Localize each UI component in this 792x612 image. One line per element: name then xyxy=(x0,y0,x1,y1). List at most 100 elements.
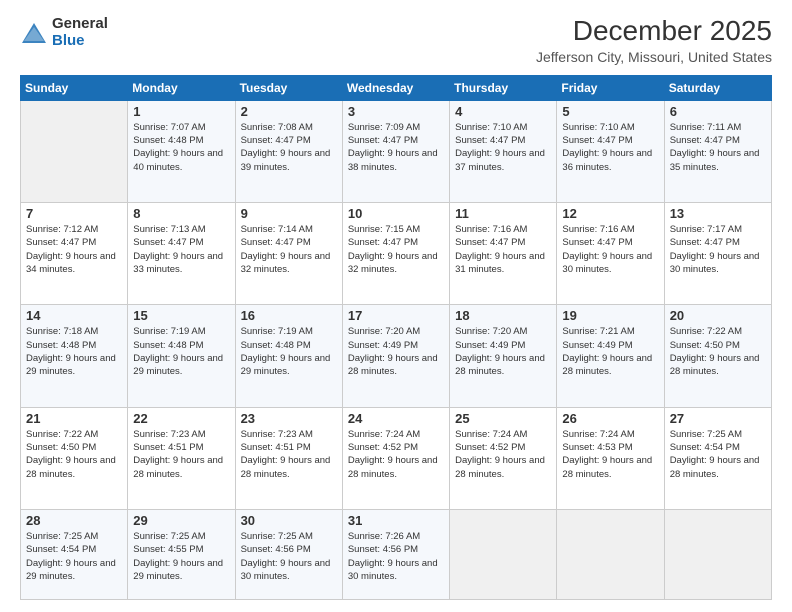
day-info: Sunrise: 7:24 AMSunset: 4:53 PMDaylight:… xyxy=(562,428,658,481)
day-number: 11 xyxy=(455,206,551,221)
day-number: 2 xyxy=(241,104,337,119)
calendar-week-row: 1Sunrise: 7:07 AMSunset: 4:48 PMDaylight… xyxy=(21,100,772,202)
day-number: 3 xyxy=(348,104,444,119)
calendar-cell: 2 Sunrise: 7:08 AMSunset: 4:47 PMDaylight… xyxy=(235,100,342,202)
day-number: 26 xyxy=(562,411,658,426)
day-number: 20 xyxy=(670,308,766,323)
day-info: Sunrise: 7:20 AMSunset: 4:49 PMDaylight:… xyxy=(455,325,551,378)
day-number: 1 xyxy=(133,104,229,119)
day-number: 4 xyxy=(455,104,551,119)
day-info: Sunrise: 7:17 AMSunset: 4:47 PMDaylight:… xyxy=(670,223,766,276)
day-info: Sunrise: 7:15 AMSunset: 4:47 PMDaylight:… xyxy=(348,223,444,276)
day-number: 23 xyxy=(241,411,337,426)
day-info: Sunrise: 7:08 AMSunset: 4:47 PMDaylight:… xyxy=(241,121,337,174)
calendar-cell xyxy=(664,510,771,600)
day-number: 10 xyxy=(348,206,444,221)
day-number: 29 xyxy=(133,513,229,528)
calendar-cell: 16Sunrise: 7:19 AMSunset: 4:48 PMDayligh… xyxy=(235,305,342,407)
calendar-cell: 5 Sunrise: 7:10 AMSunset: 4:47 PMDaylight… xyxy=(557,100,664,202)
calendar-cell xyxy=(21,100,128,202)
calendar-cell: 29Sunrise: 7:25 AMSunset: 4:55 PMDayligh… xyxy=(128,510,235,600)
calendar-cell xyxy=(450,510,557,600)
calendar-cell: 22Sunrise: 7:23 AMSunset: 4:51 PMDayligh… xyxy=(128,407,235,509)
day-of-week-header: Monday xyxy=(128,75,235,100)
day-number: 27 xyxy=(670,411,766,426)
calendar-cell: 3 Sunrise: 7:09 AMSunset: 4:47 PMDaylight… xyxy=(342,100,449,202)
calendar-cell: 21Sunrise: 7:22 AMSunset: 4:50 PMDayligh… xyxy=(21,407,128,509)
calendar-cell: 25 Sunrise: 7:24 AMSunset: 4:52 PMDayligh… xyxy=(450,407,557,509)
calendar-cell: 13Sunrise: 7:17 AMSunset: 4:47 PMDayligh… xyxy=(664,203,771,305)
day-number: 18 xyxy=(455,308,551,323)
day-info: Sunrise: 7:24 AMSunset: 4:52 PMDaylight:… xyxy=(348,428,444,481)
day-info: Sunrise: 7:19 AMSunset: 4:48 PMDaylight:… xyxy=(241,325,337,378)
calendar-cell: 31 Sunrise: 7:26 AMSunset: 4:56 PMDayligh… xyxy=(342,510,449,600)
month-title: December 2025 xyxy=(536,16,772,47)
day-number: 19 xyxy=(562,308,658,323)
calendar-week-row: 14Sunrise: 7:18 AMSunset: 4:48 PMDayligh… xyxy=(21,305,772,407)
day-number: 30 xyxy=(241,513,337,528)
day-number: 7 xyxy=(26,206,122,221)
calendar-cell: 14Sunrise: 7:18 AMSunset: 4:48 PMDayligh… xyxy=(21,305,128,407)
day-number: 12 xyxy=(562,206,658,221)
day-number: 25 xyxy=(455,411,551,426)
location: Jefferson City, Missouri, United States xyxy=(536,49,772,65)
calendar-cell: 6Sunrise: 7:11 AMSunset: 4:47 PMDaylight… xyxy=(664,100,771,202)
calendar-cell: 11Sunrise: 7:16 AMSunset: 4:47 PMDayligh… xyxy=(450,203,557,305)
day-info: Sunrise: 7:10 AMSunset: 4:47 PMDaylight:… xyxy=(455,121,551,174)
calendar-cell: 20 Sunrise: 7:22 AMSunset: 4:50 PMDayligh… xyxy=(664,305,771,407)
calendar-cell: 10 Sunrise: 7:15 AMSunset: 4:47 PMDayligh… xyxy=(342,203,449,305)
day-number: 22 xyxy=(133,411,229,426)
day-info: Sunrise: 7:23 AMSunset: 4:51 PMDaylight:… xyxy=(241,428,337,481)
calendar-cell: 28 Sunrise: 7:25 AMSunset: 4:54 PMDayligh… xyxy=(21,510,128,600)
calendar-table: SundayMondayTuesdayWednesdayThursdayFrid… xyxy=(20,75,772,600)
day-info: Sunrise: 7:20 AMSunset: 4:49 PMDaylight:… xyxy=(348,325,444,378)
day-of-week-header: Friday xyxy=(557,75,664,100)
calendar-cell: 18 Sunrise: 7:20 AMSunset: 4:49 PMDayligh… xyxy=(450,305,557,407)
day-of-week-header: Saturday xyxy=(664,75,771,100)
calendar-cell: 9Sunrise: 7:14 AMSunset: 4:47 PMDaylight… xyxy=(235,203,342,305)
day-of-week-header: Sunday xyxy=(21,75,128,100)
logo: General Blue xyxy=(20,16,108,49)
day-of-week-header: Tuesday xyxy=(235,75,342,100)
day-number: 5 xyxy=(562,104,658,119)
calendar-cell: 17Sunrise: 7:20 AMSunset: 4:49 PMDayligh… xyxy=(342,305,449,407)
calendar-cell: 8Sunrise: 7:13 AMSunset: 4:47 PMDaylight… xyxy=(128,203,235,305)
calendar-week-row: 28 Sunrise: 7:25 AMSunset: 4:54 PMDayligh… xyxy=(21,510,772,600)
calendar-week-row: 7 Sunrise: 7:12 AMSunset: 4:47 PMDaylight… xyxy=(21,203,772,305)
day-number: 8 xyxy=(133,206,229,221)
logo-general: General xyxy=(52,15,108,32)
calendar-cell: 23 Sunrise: 7:23 AMSunset: 4:51 PMDayligh… xyxy=(235,407,342,509)
day-info: Sunrise: 7:22 AMSunset: 4:50 PMDaylight:… xyxy=(26,428,122,481)
day-info: Sunrise: 7:12 AMSunset: 4:47 PMDaylight:… xyxy=(26,223,122,276)
day-number: 24 xyxy=(348,411,444,426)
calendar-header-row: SundayMondayTuesdayWednesdayThursdayFrid… xyxy=(21,75,772,100)
day-info: Sunrise: 7:22 AMSunset: 4:50 PMDaylight:… xyxy=(670,325,766,378)
title-section: December 2025 Jefferson City, Missouri, … xyxy=(536,16,772,65)
calendar-cell: 7 Sunrise: 7:12 AMSunset: 4:47 PMDaylight… xyxy=(21,203,128,305)
calendar-cell: 15Sunrise: 7:19 AMSunset: 4:48 PMDayligh… xyxy=(128,305,235,407)
day-info: Sunrise: 7:25 AMSunset: 4:56 PMDaylight:… xyxy=(241,530,337,583)
day-info: Sunrise: 7:14 AMSunset: 4:47 PMDaylight:… xyxy=(241,223,337,276)
day-info: Sunrise: 7:19 AMSunset: 4:48 PMDaylight:… xyxy=(133,325,229,378)
calendar-cell: 1Sunrise: 7:07 AMSunset: 4:48 PMDaylight… xyxy=(128,100,235,202)
calendar-page: General Blue December 2025 Jefferson Cit… xyxy=(0,0,792,612)
day-info: Sunrise: 7:25 AMSunset: 4:54 PMDaylight:… xyxy=(26,530,122,583)
calendar-cell: 4 Sunrise: 7:10 AMSunset: 4:47 PMDaylight… xyxy=(450,100,557,202)
logo-icon xyxy=(20,19,48,47)
day-info: Sunrise: 7:21 AMSunset: 4:49 PMDaylight:… xyxy=(562,325,658,378)
day-info: Sunrise: 7:11 AMSunset: 4:47 PMDaylight:… xyxy=(670,121,766,174)
calendar-cell: 24 Sunrise: 7:24 AMSunset: 4:52 PMDayligh… xyxy=(342,407,449,509)
day-of-week-header: Wednesday xyxy=(342,75,449,100)
day-info: Sunrise: 7:24 AMSunset: 4:52 PMDaylight:… xyxy=(455,428,551,481)
calendar-cell: 19 Sunrise: 7:21 AMSunset: 4:49 PMDayligh… xyxy=(557,305,664,407)
day-info: Sunrise: 7:26 AMSunset: 4:56 PMDaylight:… xyxy=(348,530,444,583)
day-info: Sunrise: 7:18 AMSunset: 4:48 PMDaylight:… xyxy=(26,325,122,378)
calendar-cell: 30 Sunrise: 7:25 AMSunset: 4:56 PMDayligh… xyxy=(235,510,342,600)
day-info: Sunrise: 7:10 AMSunset: 4:47 PMDaylight:… xyxy=(562,121,658,174)
logo-text: General Blue xyxy=(52,16,108,49)
header: General Blue December 2025 Jefferson Cit… xyxy=(20,16,772,65)
logo-blue: Blue xyxy=(52,32,85,49)
day-number: 28 xyxy=(26,513,122,528)
day-info: Sunrise: 7:09 AMSunset: 4:47 PMDaylight:… xyxy=(348,121,444,174)
day-number: 31 xyxy=(348,513,444,528)
